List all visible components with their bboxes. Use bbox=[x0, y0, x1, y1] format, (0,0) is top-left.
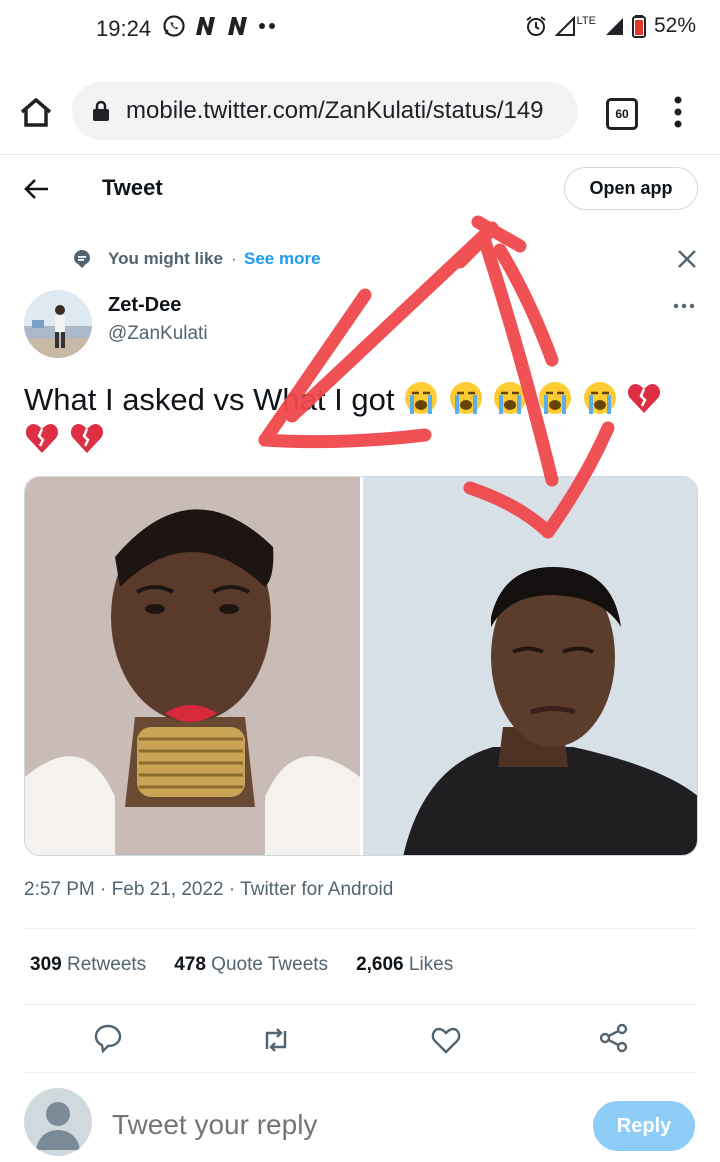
home-icon[interactable] bbox=[18, 95, 54, 131]
tweet-stats: 309 Retweets 478 Quote Tweets 2,606 Like… bbox=[30, 954, 453, 976]
reply-icon[interactable] bbox=[92, 1022, 124, 1054]
address-bar[interactable]: mobile.twitter.com/ZanKulati/status/149 bbox=[72, 82, 578, 140]
back-arrow-icon[interactable] bbox=[22, 174, 52, 204]
status-notification-icons bbox=[162, 14, 278, 38]
user-avatar-placeholder bbox=[24, 1088, 92, 1156]
broken-heart-icon bbox=[628, 384, 661, 413]
loudly-crying-face-icon bbox=[449, 382, 482, 414]
divider bbox=[24, 1004, 698, 1005]
suggestion-separator: · bbox=[231, 249, 237, 268]
status-time: 19:24 bbox=[96, 16, 152, 41]
media-image-right[interactable] bbox=[363, 477, 698, 856]
signal-icon bbox=[554, 16, 575, 36]
tweet-text: What I asked vs What I got bbox=[24, 380, 684, 460]
battery-percent: 52% bbox=[653, 14, 696, 37]
media-image-left[interactable] bbox=[25, 477, 360, 856]
more-dots-icon bbox=[259, 23, 275, 29]
open-app-button[interactable]: Open app bbox=[564, 167, 698, 210]
author-name[interactable]: Zet-Dee bbox=[108, 294, 181, 317]
retweets-stat[interactable]: 309 Retweets bbox=[30, 954, 146, 976]
loudly-crying-face-icon bbox=[538, 382, 571, 414]
reply-input[interactable] bbox=[112, 1109, 512, 1141]
broken-heart-icon bbox=[70, 424, 103, 453]
overflow-menu-icon[interactable] bbox=[672, 96, 684, 128]
divider bbox=[24, 928, 698, 929]
avatar[interactable] bbox=[24, 290, 92, 358]
close-icon[interactable] bbox=[676, 248, 698, 270]
see-more-link[interactable]: See more bbox=[244, 249, 321, 269]
n-app-icon bbox=[196, 17, 215, 35]
suggestion-icon bbox=[74, 250, 90, 268]
alarm-icon bbox=[526, 16, 546, 36]
retweet-icon[interactable] bbox=[260, 1024, 292, 1056]
loudly-crying-face-icon bbox=[405, 382, 438, 414]
status-system-icons: LTE 52% bbox=[525, 14, 696, 38]
battery-icon bbox=[631, 15, 646, 38]
likes-stat[interactable]: 2,606 Likes bbox=[356, 954, 453, 976]
suggestion-label: You might like bbox=[108, 249, 223, 268]
reply-button[interactable]: Reply bbox=[593, 1101, 695, 1151]
like-icon[interactable] bbox=[430, 1024, 462, 1056]
tab-switcher-button[interactable]: 60 bbox=[606, 98, 638, 130]
quote-tweets-stat[interactable]: 478 Quote Tweets bbox=[174, 954, 328, 976]
tweet-timestamp: 2:57 PM · Feb 21, 2022 · Twitter for And… bbox=[24, 879, 394, 900]
lock-icon bbox=[93, 100, 109, 121]
author-handle[interactable]: @ZanKulati bbox=[108, 323, 208, 345]
tweet-media[interactable] bbox=[24, 476, 698, 856]
whatsapp-icon bbox=[163, 15, 185, 37]
signal-icon bbox=[605, 18, 623, 35]
loudly-crying-face-icon bbox=[583, 382, 616, 414]
url-text: mobile.twitter.com/ZanKulati/status/149 bbox=[126, 97, 544, 124]
divider bbox=[24, 1072, 698, 1073]
share-icon[interactable] bbox=[598, 1022, 630, 1054]
tweet-body: What I asked vs What I got bbox=[24, 382, 395, 417]
more-options-icon[interactable] bbox=[672, 300, 696, 312]
page-title: Tweet bbox=[102, 175, 163, 200]
n-app-icon bbox=[228, 17, 247, 35]
loudly-crying-face-icon bbox=[494, 382, 527, 414]
network-type: LTE bbox=[576, 15, 596, 27]
broken-heart-icon bbox=[25, 424, 59, 453]
